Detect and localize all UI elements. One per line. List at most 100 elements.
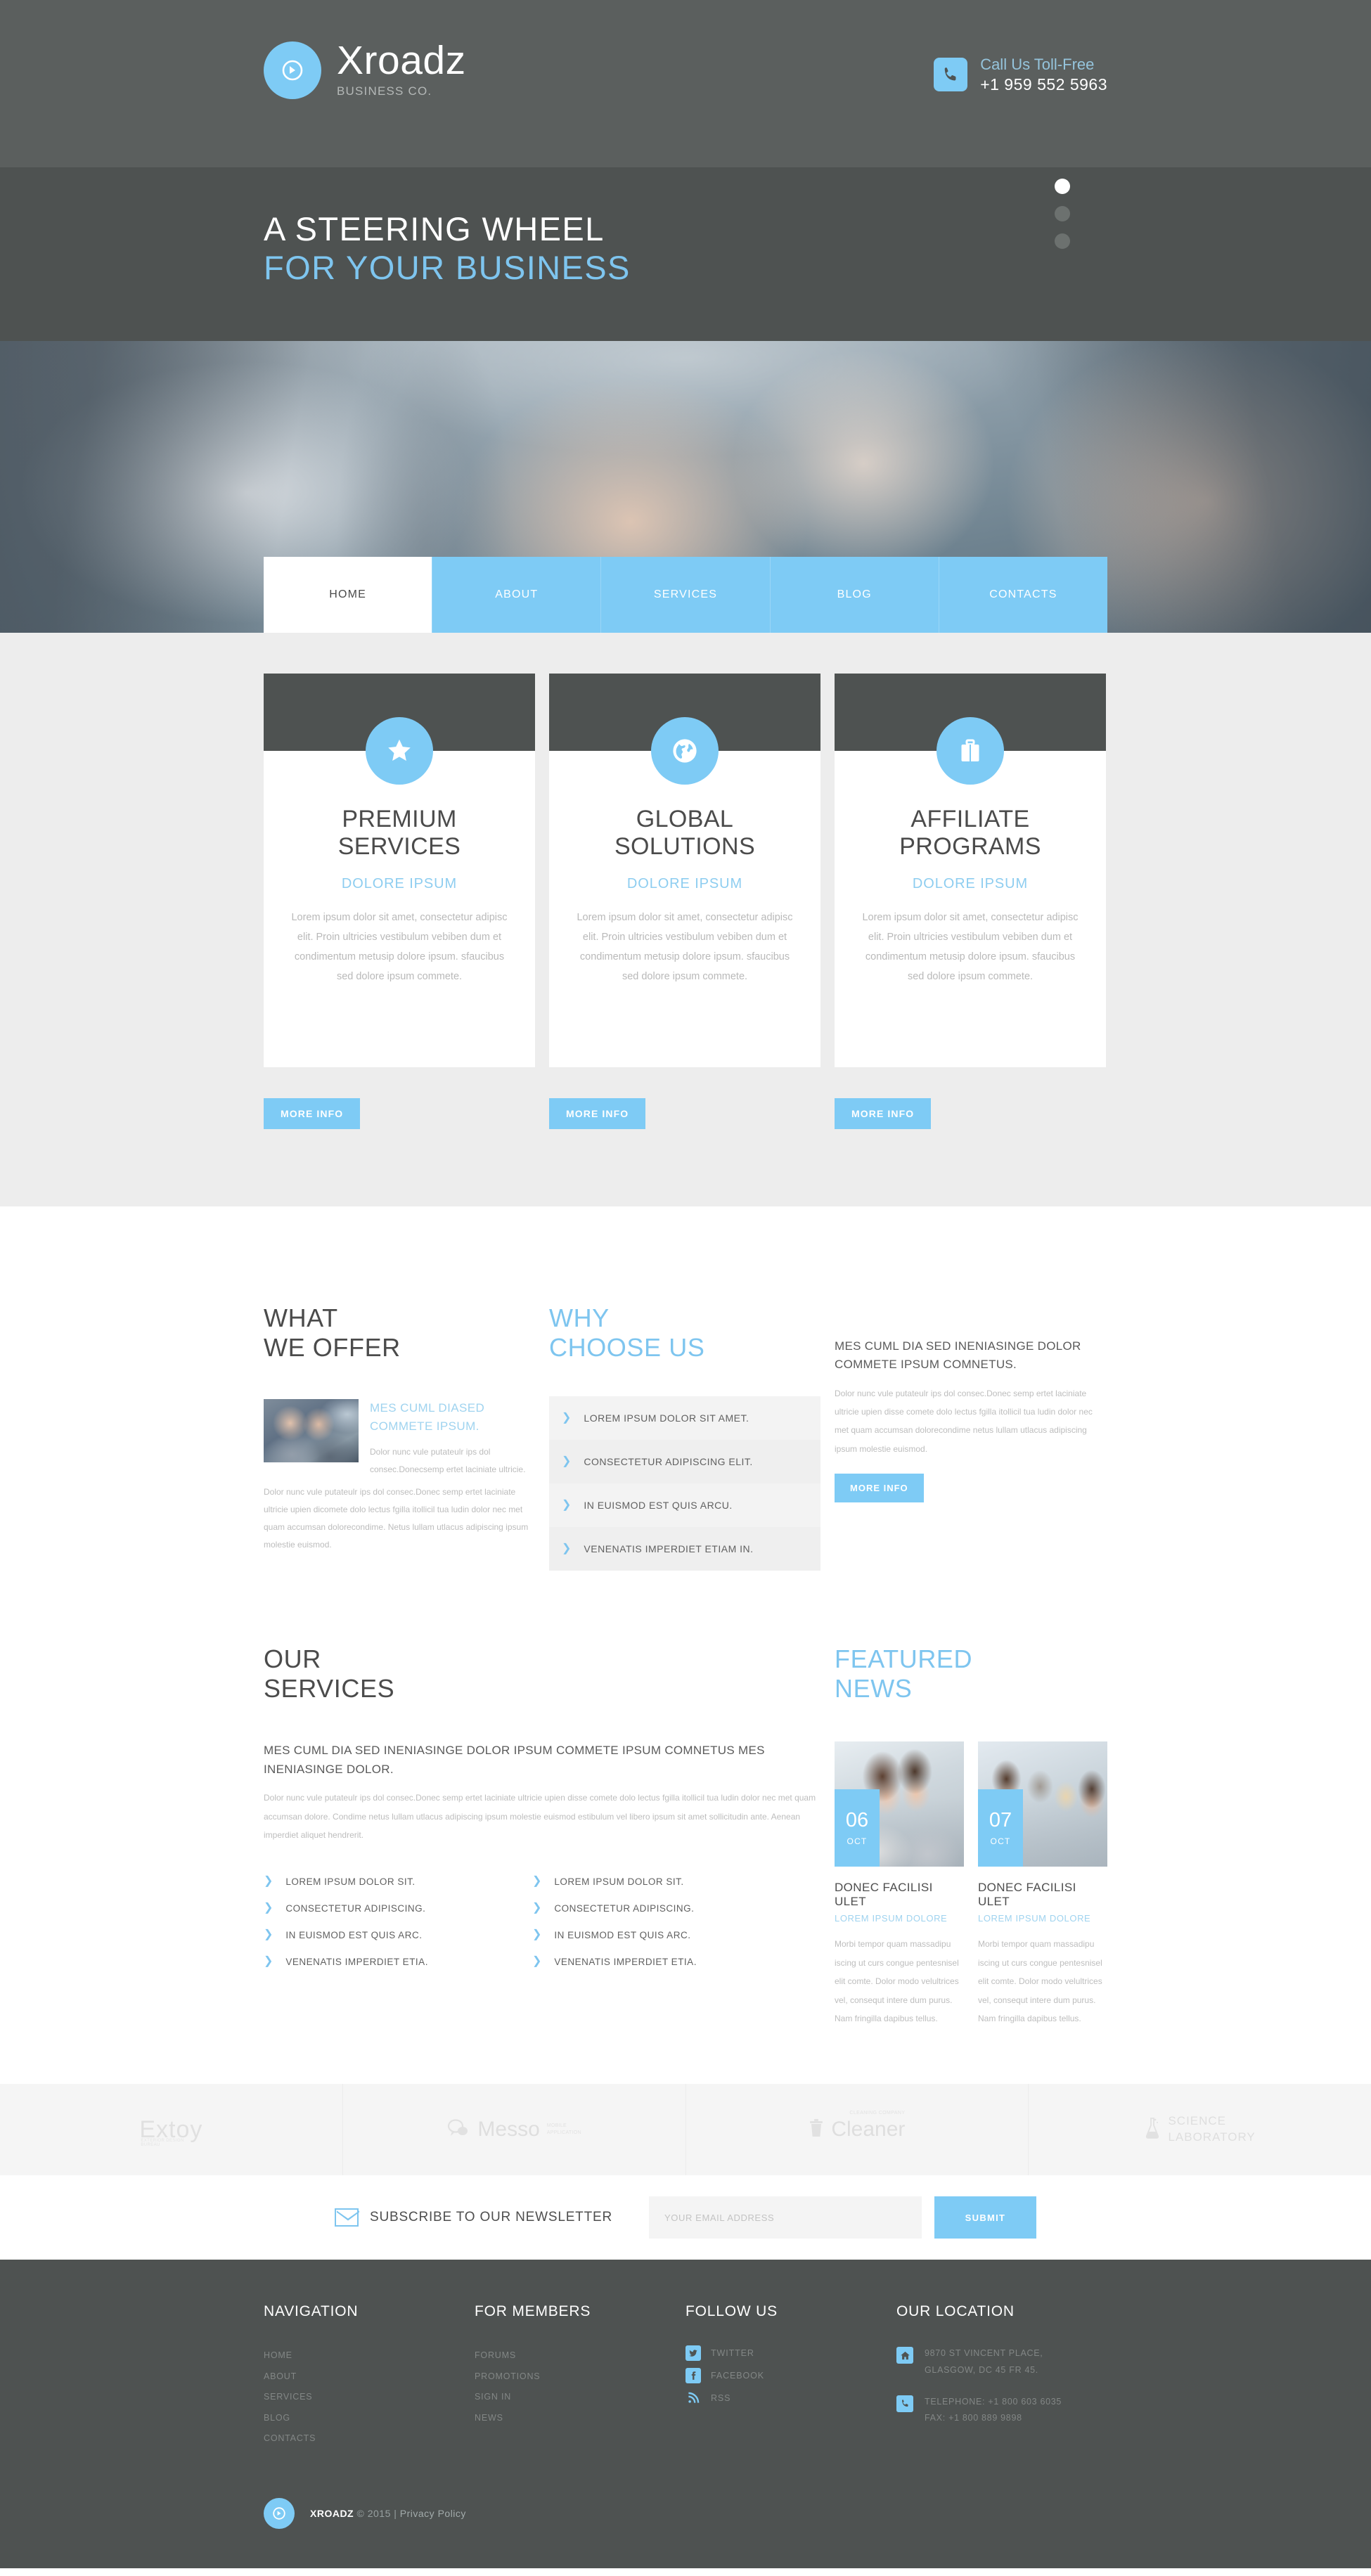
slider-dot-1[interactable] (1055, 179, 1070, 194)
footer-members-column: FOR MEMBERS FORUMS PROMOTIONS SIGN IN NE… (475, 2303, 686, 2449)
nav-item-blog[interactable]: BLOG (769, 557, 939, 633)
copyright-text: © 2015 | (354, 2508, 400, 2520)
footer-column-title: OUR LOCATION (896, 2303, 1015, 2320)
list-item-label: CONSECTETUR ADIPISCING. (285, 1902, 426, 1914)
card-more-info-button[interactable]: MORE INFO (264, 1098, 361, 1129)
social-link-twitter[interactable]: TWITTER (686, 2345, 896, 2362)
partners-strip: Extoy EXTERIOR DESIGN BUREAU Messo MOBIL… (0, 2084, 1371, 2176)
footer-link-news[interactable]: NEWS (475, 2408, 686, 2428)
list-item[interactable]: ❯ IN EUISMOD EST QUIS ARCU. (549, 1483, 820, 1528)
rss-icon (686, 2390, 701, 2406)
news-title[interactable]: DONEC FACILISI ULET (978, 1881, 1107, 1909)
nav-item-home[interactable]: HOME (264, 557, 432, 633)
footer-column-title: NAVIGATION (264, 2303, 359, 2320)
list-item[interactable]: ❯ CONSECTETUR ADIPISCING. (264, 1895, 489, 1921)
footer-link-forums[interactable]: FORUMS (475, 2345, 686, 2366)
partner-cleaner[interactable]: Cleaner CLEANING COMPANY (686, 2084, 1029, 2176)
list-item[interactable]: ❯ LOREM IPSUM DOLOR SIT. (264, 1868, 489, 1895)
list-item[interactable]: ❯ CONSECTETUR ADIPISCING ELIT. (549, 1440, 820, 1484)
footer-link-blog[interactable]: BLOG (264, 2408, 475, 2428)
list-item-label: LOREM IPSUM DOLOR SIT AMET. (584, 1412, 749, 1424)
newsletter-email-input[interactable] (649, 2196, 922, 2239)
chevron-right-icon: ❯ (264, 1875, 273, 1888)
footer-link-about[interactable]: ABOUT (264, 2366, 475, 2387)
privacy-policy-link[interactable]: Privacy Policy (400, 2508, 466, 2519)
list-item[interactable]: ❯ VENENATIS IMPERDIET ETIA. (532, 1948, 757, 1975)
feature-card-affiliate-programs: AFFILIATE PROGRAMS DOLORE IPSUM Lorem ip… (835, 674, 1106, 1129)
slider-dots[interactable] (1055, 179, 1070, 261)
newsletter-submit-button[interactable]: SUBMIT (934, 2196, 1036, 2239)
footer-link-contacts[interactable]: CONTACTS (264, 2428, 475, 2449)
our-services-column: OUR SERVICES MES CUML DIA SED INENIASING… (264, 1644, 820, 2028)
list-item[interactable]: ❯ LOREM IPSUM DOLOR SIT. (532, 1868, 757, 1895)
footer-column-title: FOLLOW US (686, 2303, 778, 2320)
twitter-icon (686, 2345, 701, 2362)
fax-line: FAX: +1 800 889 9898 (925, 2412, 1022, 2423)
card-more-info-button[interactable]: MORE INFO (835, 1098, 932, 1129)
social-label: FACEBOOK (711, 2371, 764, 2381)
chevron-right-icon: ❯ (532, 1928, 542, 1941)
envelope-icon (334, 2208, 359, 2227)
call-us-block: Call Us Toll-Free +1 959 552 5963 (934, 55, 1107, 94)
list-item[interactable]: ❯ CONSECTETUR ADIPISCING. (532, 1895, 757, 1921)
card-title-line2: SERVICES (337, 832, 461, 860)
footer-address: 9870 ST VINCENT PLACE, GLASGOW, DC 45 FR… (896, 2345, 1107, 2378)
social-label: RSS (711, 2393, 731, 2404)
nav-item-about[interactable]: ABOUT (432, 557, 601, 633)
news-item[interactable]: 06 OCT DONEC FACILISI ULET LOREM IPSUM D… (835, 1741, 964, 2028)
list-item-label: VENENATIS IMPERDIET ETIAM IN. (584, 1543, 754, 1555)
call-number[interactable]: +1 959 552 5963 (980, 75, 1107, 95)
card-more-info-button[interactable]: MORE INFO (549, 1098, 646, 1129)
list-item[interactable]: ❯ VENENATIS IMPERDIET ETIAM IN. (549, 1527, 820, 1571)
newsletter-section: SUBSCRIBE TO OUR NEWSLETTER SUBMIT (0, 2175, 1371, 2260)
call-label: Call Us Toll-Free (980, 56, 1095, 73)
slider-dot-3[interactable] (1055, 233, 1070, 249)
partner-name-line2: LABORATORY (1168, 2130, 1256, 2144)
list-item-label: VENENATIS IMPERDIET ETIA. (285, 1956, 428, 1967)
list-item[interactable]: ❯ LOREM IPSUM DOLOR SIT AMET. (549, 1396, 820, 1441)
news-item[interactable]: 07 OCT DONEC FACILISI ULET LOREM IPSUM D… (978, 1741, 1107, 2028)
footer-link-promotions[interactable]: PROMOTIONS (475, 2366, 686, 2387)
partner-extoy[interactable]: Extoy EXTERIOR DESIGN BUREAU (0, 2084, 343, 2176)
social-link-facebook[interactable]: FACEBOOK (686, 2368, 896, 2384)
card-subtitle: DOLORE IPSUM (341, 875, 458, 891)
list-item[interactable]: ❯ IN EUISMOD EST QUIS ARC. (532, 1921, 757, 1948)
list-item[interactable]: ❯ IN EUISMOD EST QUIS ARC. (264, 1921, 489, 1948)
offer-more-info-button[interactable]: MORE INFO (835, 1474, 924, 1503)
partner-messo[interactable]: Messo MOBILE APPLICATION (343, 2084, 686, 2176)
nav-item-services[interactable]: SERVICES (600, 557, 770, 633)
social-link-rss[interactable]: RSS (686, 2390, 896, 2406)
news-title[interactable]: DONEC FACILISI ULET (835, 1881, 964, 1909)
news-date-day: 07 (989, 1808, 1012, 1831)
news-text: Morbi tempor quam massadipu iscing ut cu… (978, 1939, 1102, 2023)
news-date-badge: 06 OCT (835, 1789, 880, 1867)
main-navigation[interactable]: HOME ABOUT SERVICES BLOG CONTACTS (264, 557, 1108, 633)
brand-logo[interactable]: Xroadz BUSINESS CO. (264, 41, 466, 100)
phone-icon (896, 2395, 913, 2412)
footer-link-sign-in[interactable]: SIGN IN (475, 2387, 686, 2407)
hero-title-line2: FOR YOUR BUSINESS (264, 249, 631, 287)
news-subtitle: LOREM IPSUM DOLORE (835, 1913, 948, 1924)
card-text: Lorem ipsum dolor sit amet, consectetur … (862, 911, 1079, 983)
footer-follow-column: FOLLOW US TWITTER FACEBOOK RSS (686, 2303, 896, 2449)
chevron-right-icon: ❯ (264, 1902, 273, 1914)
footer-link-home[interactable]: HOME (264, 2345, 475, 2366)
chevron-right-icon: ❯ (532, 1875, 542, 1888)
chevron-right-icon: ❯ (562, 1543, 572, 1555)
phone-line1: TELEPHONE: +1 800 603 6035 (925, 2396, 1062, 2407)
partner-science-laboratory[interactable]: SCIENCE LABORATORY (1029, 2084, 1371, 2175)
partner-tagline: EXTERIOR DESIGN BUREAU (141, 2139, 184, 2148)
services-subheading: MES CUML DIA SED INENIASINGE DOLOR IPSUM… (264, 1744, 765, 1776)
slider-dot-2[interactable] (1055, 206, 1070, 221)
trash-icon (809, 2118, 824, 2142)
globe-icon (651, 717, 719, 785)
feature-cards-section: PREMIUM SERVICES DOLORE IPSUM Lorem ipsu… (0, 633, 1371, 1206)
nav-item-contacts[interactable]: CONTACTS (938, 557, 1108, 633)
list-item[interactable]: ❯ VENENATIS IMPERDIET ETIA. (264, 1948, 489, 1975)
logo-badge-icon (264, 2498, 295, 2530)
partner-name: Cleaner (831, 2118, 906, 2142)
heading-line1: FEATURED (835, 1644, 973, 1674)
address-line1: 9870 ST VINCENT PLACE, (925, 2348, 1043, 2359)
star-icon (366, 717, 433, 785)
footer-link-services[interactable]: SERVICES (264, 2387, 475, 2407)
